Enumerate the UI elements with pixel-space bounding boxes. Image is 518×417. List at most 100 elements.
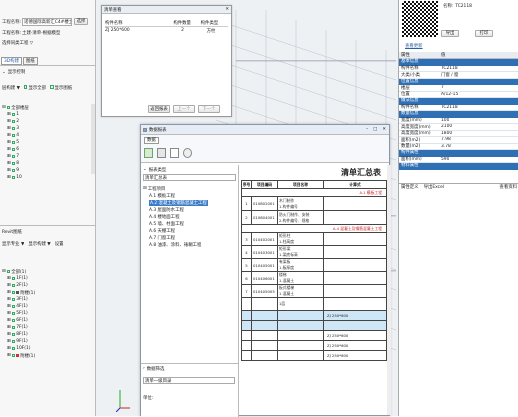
back-to-report-button[interactable]: 返回报表 [148,105,170,113]
tree-item[interactable]: ⊞ 6 [2,146,94,153]
report-tree-item[interactable]: A.3 屋面防水工程 [149,206,236,213]
tree-item[interactable]: ⊞ 7F(1) [2,324,94,331]
tree-item[interactable]: ⊞ 10 [2,174,94,181]
project-type-field[interactable]: 土建-清单-根据模型 [22,30,60,36]
tab-property-definition[interactable]: 属性定义 [401,184,419,190]
table-row[interactable]: 2 010804001 防火门制作、安装 2.构件编号、规格 [241,210,387,225]
tab-3d[interactable]: 3D构建 [1,56,22,65]
tab-view-documents[interactable]: 查看资料 [499,184,517,190]
settings-button[interactable]: 设置 [55,241,64,247]
scrollbar[interactable] [91,104,95,174]
tree-root[interactable]: ⊟ 全部楼层 [2,104,94,111]
property-value[interactable]: 3.78 [441,144,451,149]
table-row[interactable]: 1层 [241,297,387,311]
report-tree-item[interactable]: A.5 墙、柱面工程 [149,220,236,227]
table-row[interactable]: 6 010406001 楼梯 1.混凝土 [241,271,387,285]
property-value[interactable]: 100 [441,118,449,123]
tree-item[interactable]: ⊞ 9 [2,167,94,174]
table-row[interactable]: ZJ 250*600 [241,310,387,321]
minimize-icon[interactable]: – [366,127,368,132]
tree-item[interactable]: ⊞ 1F(1) [2,275,94,282]
close-icon[interactable]: ✕ [382,127,386,132]
table-row[interactable]: 7 010405005 板式楼梯 1.混凝土 [241,284,387,298]
display-control-header[interactable]: ⌄ 显示控制 [2,69,25,76]
report-tree-item[interactable]: A.7 门窗工程 [149,234,236,241]
property-section[interactable]: 材料属性 [399,163,518,170]
report-type-select[interactable]: 清单汇总表 [143,174,236,181]
tab-drawings[interactable]: 图纸 [22,56,38,65]
print-button[interactable]: 打印 [475,30,493,37]
tree-item[interactable]: ⊞ 7 [2,153,94,160]
previous-button[interactable]: 上一个 [173,105,195,113]
tree-item[interactable]: ⊞ 9F(1) [2,338,94,345]
discipline-select[interactable]: 显示专业 ▼ [2,241,24,247]
table-row[interactable] [241,320,387,331]
table-row[interactable]: ZJ 250*600 2 方柱 [105,27,228,34]
layer-component-select[interactable]: 层构建 ▼ [2,85,20,91]
tree-item[interactable]: ⊞ 10F(1) [2,345,94,352]
tree-label: 1 [16,112,19,117]
report-tree-item[interactable]: A.8 油漆、涂料、裱糊工程 [149,241,236,248]
tree-item[interactable]: ⊞ 3 [2,125,94,132]
show-drawing-checkbox[interactable]: 显示图纸 [50,85,72,91]
tree-item[interactable]: ⊞ 1 [2,111,94,118]
filter-header[interactable]: › 数据筛选 [143,365,164,372]
report-tree-item[interactable]: A.6 天棚工程 [149,227,236,234]
property-value[interactable]: TC2118 [441,105,458,110]
close-icon[interactable]: ✕ [225,7,229,12]
toolbar-tab[interactable]: 数据 [144,137,159,144]
table-row[interactable]: ZJ 250*600 [241,330,387,341]
tree-item[interactable]: ⊞ 2 [2,118,94,125]
scrollbar[interactable] [387,165,391,415]
table-row[interactable]: 5 010405001 有梁板 1.板厚度 [241,258,387,272]
page-icon[interactable] [170,148,179,158]
tree-item[interactable]: ⊞ 4 [2,132,94,139]
property-value[interactable]: 门窗 / 窗 [441,72,458,78]
tree-item[interactable]: ⊞ 2F(1) [2,282,94,289]
table-row[interactable]: 1 010802001 木门制作 1.构件编号 [241,196,387,211]
similar-project-select[interactable]: 选择同类工程 ▽ [2,40,33,46]
tree-item[interactable]: ⊞ 附楼(1) [2,352,94,359]
tree-item[interactable]: ⊞ 3F(1) [2,296,94,303]
tree-item[interactable]: ⊞ 8 [2,160,94,167]
property-value[interactable]: 7 [441,85,444,90]
checkbox-icon [11,297,16,302]
similar-project-row[interactable]: 选择同类工程 ▽ [2,40,33,46]
property-value[interactable]: 1800 [441,131,452,136]
project-name-field[interactable]: 诺德国际高新汇C4#楼土建 [22,17,73,26]
tree-item[interactable]: ⊞ 8F(1) [2,331,94,338]
next-button[interactable]: 下一个 [198,105,220,113]
checkbox-icon [11,168,16,173]
table-row[interactable]: ZJ 250*600 [241,350,387,361]
tree-root[interactable]: ⊟ 全部(1) [2,268,94,275]
print-icon[interactable] [157,148,166,158]
property-value[interactable]: 7.98 [441,137,451,142]
report-tree-item[interactable]: A.2 混凝土及钢筋混凝土工程 [149,199,236,206]
table-row[interactable]: 3 010402001 矩形柱 1.柱高度 [241,232,387,246]
show-all-checkbox[interactable]: 显示全部 [23,85,46,91]
export-button[interactable]: 导出 [441,30,459,37]
export-icon[interactable] [144,148,153,158]
filter-select[interactable]: 清单一级目录 [143,377,235,384]
tree-item[interactable]: ⊞ 6F(1) [2,317,94,324]
report-tree-item[interactable]: A.4 楼地面工程 [149,213,236,220]
component-select[interactable]: 显示构建 ▼ [28,241,50,247]
tab-export-excel[interactable]: 导出Excel [424,184,444,190]
table-row[interactable]: 4 010403001 矩形梁 1.梁底标高 [241,245,387,259]
property-value[interactable]: 2100 [441,124,452,129]
tree-item[interactable]: ⊞ 附楼(1) [2,289,94,296]
settings-icon[interactable] [183,148,192,158]
tree-item[interactable]: ⊞ 5F(1) [2,310,94,317]
property-value[interactable]: TC2118 [441,66,458,71]
select-button[interactable]: 选择 [74,18,89,25]
report-type-header[interactable]: ⌄ 报表类型 [141,166,238,173]
tree-root[interactable]: ⊟ 工程项目 [143,185,236,192]
table-row[interactable]: ZJ 250*600 [241,340,387,351]
report-tree-item[interactable]: A.1 模板工程 [149,192,236,199]
property-value[interactable]: 590 [441,157,449,162]
tree-item[interactable]: ⊞ 5 [2,139,94,146]
maximize-icon[interactable]: □ [373,127,377,132]
view-update-link[interactable]: 查看更新 [405,43,423,49]
property-value[interactable]: A/12-15 [441,92,458,97]
tree-item[interactable]: ⊞ 4F(1) [2,303,94,310]
